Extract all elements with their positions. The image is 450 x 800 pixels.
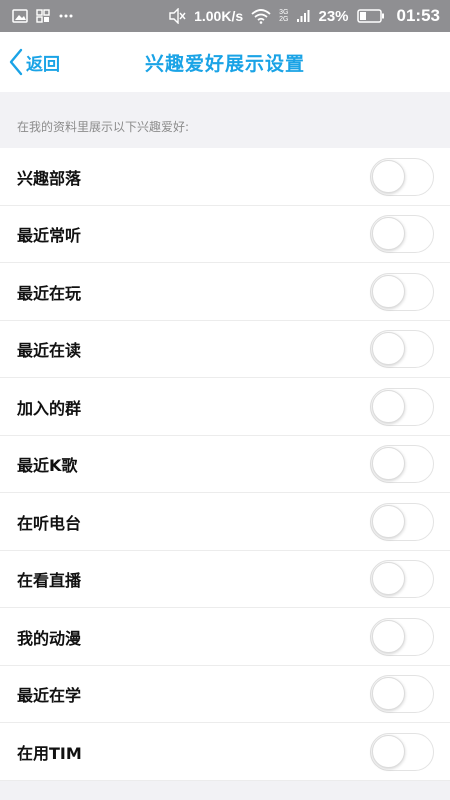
toggle-knob bbox=[372, 677, 405, 711]
more-notifications-icon bbox=[58, 13, 74, 19]
list-item-label: 最近在玩 bbox=[17, 283, 82, 303]
list-item: 在看直播 bbox=[0, 551, 450, 609]
battery-icon bbox=[356, 9, 385, 23]
list-item: 兴趣部落 bbox=[0, 148, 450, 206]
toggle-switch[interactable] bbox=[370, 330, 434, 369]
clock-time: 01:53 bbox=[396, 6, 440, 25]
list-item-label: 在听电台 bbox=[17, 513, 82, 533]
navigation-bar: 返回 兴趣爱好展示设置 bbox=[0, 32, 450, 92]
signal-icon bbox=[296, 9, 310, 23]
list-item-label: 兴趣部落 bbox=[17, 168, 82, 188]
toggle-switch[interactable] bbox=[370, 732, 434, 771]
mute-icon bbox=[168, 8, 186, 24]
toggle-switch[interactable] bbox=[370, 215, 434, 254]
toggle-knob bbox=[372, 562, 405, 596]
toggle-knob bbox=[372, 619, 405, 653]
image-notification-icon bbox=[12, 9, 28, 23]
back-button-label: 返回 bbox=[26, 54, 60, 75]
status-bar: 1.00K/s 3G 2G 23% 01:53 bbox=[0, 0, 450, 32]
toggle-knob bbox=[372, 332, 405, 366]
section-header: 在我的资料里展示以下兴趣爱好: bbox=[0, 92, 450, 148]
toggle-switch[interactable] bbox=[370, 272, 434, 311]
toggle-knob bbox=[372, 274, 405, 308]
toggle-knob bbox=[372, 389, 405, 423]
status-bar-left bbox=[12, 9, 74, 23]
list-item: 我的动漫 bbox=[0, 608, 450, 666]
list-item: 最近在读 bbox=[0, 321, 450, 379]
toggle-knob bbox=[372, 159, 405, 193]
list-item-label: 在用TIM bbox=[17, 743, 82, 763]
chevron-left-icon bbox=[8, 48, 24, 76]
list-item: 在用TIM bbox=[0, 723, 450, 781]
back-button[interactable]: 返回 bbox=[8, 32, 60, 92]
network-type-label: 3G 2G bbox=[279, 9, 288, 23]
list-item-label: 加入的群 bbox=[17, 398, 82, 418]
list-item: 加入的群 bbox=[0, 378, 450, 436]
list-item: 最近常听 bbox=[0, 206, 450, 264]
network-speed: 1.00K/s bbox=[194, 8, 244, 24]
list-item: 最近在玩 bbox=[0, 263, 450, 321]
toggle-switch[interactable] bbox=[370, 675, 434, 714]
network-type-top: 3G bbox=[279, 9, 289, 16]
list-item: 最近在学 bbox=[0, 666, 450, 724]
toggle-switch[interactable] bbox=[370, 157, 434, 196]
list-item-label: 最近常听 bbox=[17, 226, 82, 246]
toggle-switch[interactable] bbox=[370, 617, 434, 656]
app-grid-icon bbox=[36, 9, 50, 23]
page-title: 兴趣爱好展示设置 bbox=[144, 52, 305, 75]
list-item-label: 最近在学 bbox=[17, 686, 82, 706]
toggle-knob bbox=[372, 447, 405, 481]
toggle-switch[interactable] bbox=[370, 387, 434, 426]
wifi-icon bbox=[251, 8, 271, 24]
list-item-label: 在看直播 bbox=[17, 571, 82, 591]
toggle-knob bbox=[372, 504, 405, 538]
list-item: 最近K歌 bbox=[0, 436, 450, 494]
toggle-knob bbox=[372, 734, 405, 768]
toggle-switch[interactable] bbox=[370, 502, 434, 541]
toggle-knob bbox=[372, 217, 405, 251]
toggle-switch[interactable] bbox=[370, 560, 434, 599]
list-item-label: 最近在读 bbox=[17, 341, 82, 361]
list-item-label: 最近K歌 bbox=[17, 456, 78, 476]
network-type-bottom: 2G bbox=[279, 16, 289, 23]
list-item-label: 我的动漫 bbox=[17, 628, 82, 648]
battery-percent: 23% bbox=[318, 7, 349, 25]
status-bar-right: 1.00K/s 3G 2G 23% 01:53 bbox=[168, 6, 440, 26]
interest-settings-list: 兴趣部落最近常听最近在玩最近在读加入的群最近K歌在听电台在看直播我的动漫最近在学… bbox=[0, 148, 450, 781]
list-item: 在听电台 bbox=[0, 493, 450, 551]
toggle-switch[interactable] bbox=[370, 445, 434, 484]
